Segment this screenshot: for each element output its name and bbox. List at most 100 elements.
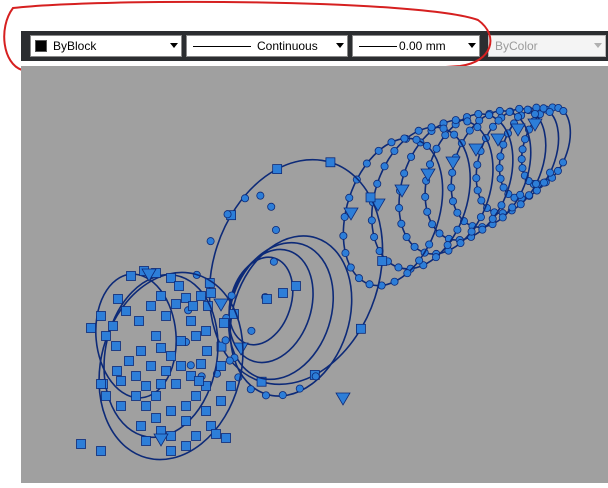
grip[interactable] xyxy=(124,356,134,366)
grip[interactable] xyxy=(467,227,476,236)
grip[interactable] xyxy=(191,331,201,341)
grip[interactable] xyxy=(216,361,226,371)
grip[interactable] xyxy=(223,210,232,219)
grip[interactable] xyxy=(136,346,146,356)
grip[interactable] xyxy=(291,281,301,291)
grip[interactable] xyxy=(166,406,176,416)
grip[interactable] xyxy=(166,351,176,361)
grip[interactable] xyxy=(194,376,204,386)
grip[interactable] xyxy=(101,331,111,341)
grip[interactable] xyxy=(278,288,288,298)
grip[interactable] xyxy=(518,164,527,173)
grip[interactable] xyxy=(131,391,141,401)
grip[interactable] xyxy=(450,130,459,139)
grip[interactable] xyxy=(161,366,171,376)
grip[interactable] xyxy=(267,202,276,211)
grip[interactable] xyxy=(525,191,534,200)
grip[interactable] xyxy=(474,110,483,119)
grip[interactable] xyxy=(247,326,256,335)
grip[interactable] xyxy=(410,242,419,251)
grip[interactable] xyxy=(340,212,349,221)
grip[interactable] xyxy=(111,341,121,351)
grip[interactable] xyxy=(435,229,444,238)
grip[interactable] xyxy=(387,138,396,147)
grip[interactable] xyxy=(432,144,441,153)
grip[interactable] xyxy=(108,321,118,331)
grip[interactable] xyxy=(176,336,186,346)
grip[interactable] xyxy=(101,391,111,401)
grip[interactable] xyxy=(116,401,126,411)
grip[interactable] xyxy=(339,231,348,240)
grip[interactable] xyxy=(171,379,181,389)
grip[interactable] xyxy=(473,186,482,195)
grip[interactable] xyxy=(227,291,236,300)
grip[interactable] xyxy=(449,197,458,206)
grip[interactable] xyxy=(472,174,481,183)
grip[interactable] xyxy=(508,203,517,212)
grip[interactable] xyxy=(441,131,450,140)
grip[interactable] xyxy=(191,391,201,401)
grip[interactable] xyxy=(176,361,186,371)
grip[interactable] xyxy=(96,379,106,389)
grip[interactable] xyxy=(495,164,504,173)
grip[interactable] xyxy=(456,239,465,248)
grip[interactable] xyxy=(141,381,151,391)
grip[interactable] xyxy=(146,301,156,311)
grip[interactable] xyxy=(365,192,376,203)
grip[interactable] xyxy=(412,135,421,144)
grip[interactable] xyxy=(278,391,287,400)
grip[interactable] xyxy=(76,439,86,449)
grip[interactable] xyxy=(545,107,554,116)
grip-arrow[interactable] xyxy=(510,123,526,137)
grip[interactable] xyxy=(495,106,504,115)
grip[interactable] xyxy=(354,274,363,283)
grip[interactable] xyxy=(311,372,320,381)
grip[interactable] xyxy=(116,376,126,386)
grip[interactable] xyxy=(426,160,435,169)
grip[interactable] xyxy=(488,122,497,131)
grip[interactable] xyxy=(201,406,211,416)
grip[interactable] xyxy=(221,433,231,443)
grip[interactable] xyxy=(186,316,196,326)
grip[interactable] xyxy=(400,134,409,143)
grip[interactable] xyxy=(517,155,526,164)
grip[interactable] xyxy=(427,123,436,132)
grip[interactable] xyxy=(341,249,350,258)
grip[interactable] xyxy=(478,225,487,234)
grip[interactable] xyxy=(465,126,474,135)
grip[interactable] xyxy=(206,237,215,246)
grip[interactable] xyxy=(453,225,462,234)
grip[interactable] xyxy=(373,179,382,188)
grip[interactable] xyxy=(171,299,181,309)
grip[interactable] xyxy=(546,168,555,177)
grip[interactable] xyxy=(156,343,166,353)
grip-arrow[interactable] xyxy=(335,392,351,406)
grip[interactable] xyxy=(146,361,156,371)
grip[interactable] xyxy=(271,225,280,234)
grip[interactable] xyxy=(166,431,176,441)
grip[interactable] xyxy=(516,200,525,209)
grip[interactable] xyxy=(514,112,523,121)
grip[interactable] xyxy=(374,146,383,155)
grip[interactable] xyxy=(431,253,440,262)
grip[interactable] xyxy=(186,361,195,370)
grip[interactable] xyxy=(475,116,484,125)
grip[interactable] xyxy=(156,291,166,301)
grip[interactable] xyxy=(295,384,304,393)
grip[interactable] xyxy=(476,213,485,222)
grip[interactable] xyxy=(246,385,255,394)
grip[interactable] xyxy=(516,190,525,199)
grip[interactable] xyxy=(498,213,507,222)
color-dropdown[interactable]: ByBlock xyxy=(30,35,182,57)
grip[interactable] xyxy=(499,140,508,149)
grip[interactable] xyxy=(518,145,527,154)
grip[interactable] xyxy=(241,194,250,203)
grip-arrow[interactable] xyxy=(153,433,169,447)
grip[interactable] xyxy=(188,301,198,311)
grip[interactable] xyxy=(485,111,494,120)
grip[interactable] xyxy=(151,413,161,423)
grip[interactable] xyxy=(370,233,379,242)
grip[interactable] xyxy=(262,294,272,304)
grip[interactable] xyxy=(166,446,176,456)
grip[interactable] xyxy=(126,271,136,281)
